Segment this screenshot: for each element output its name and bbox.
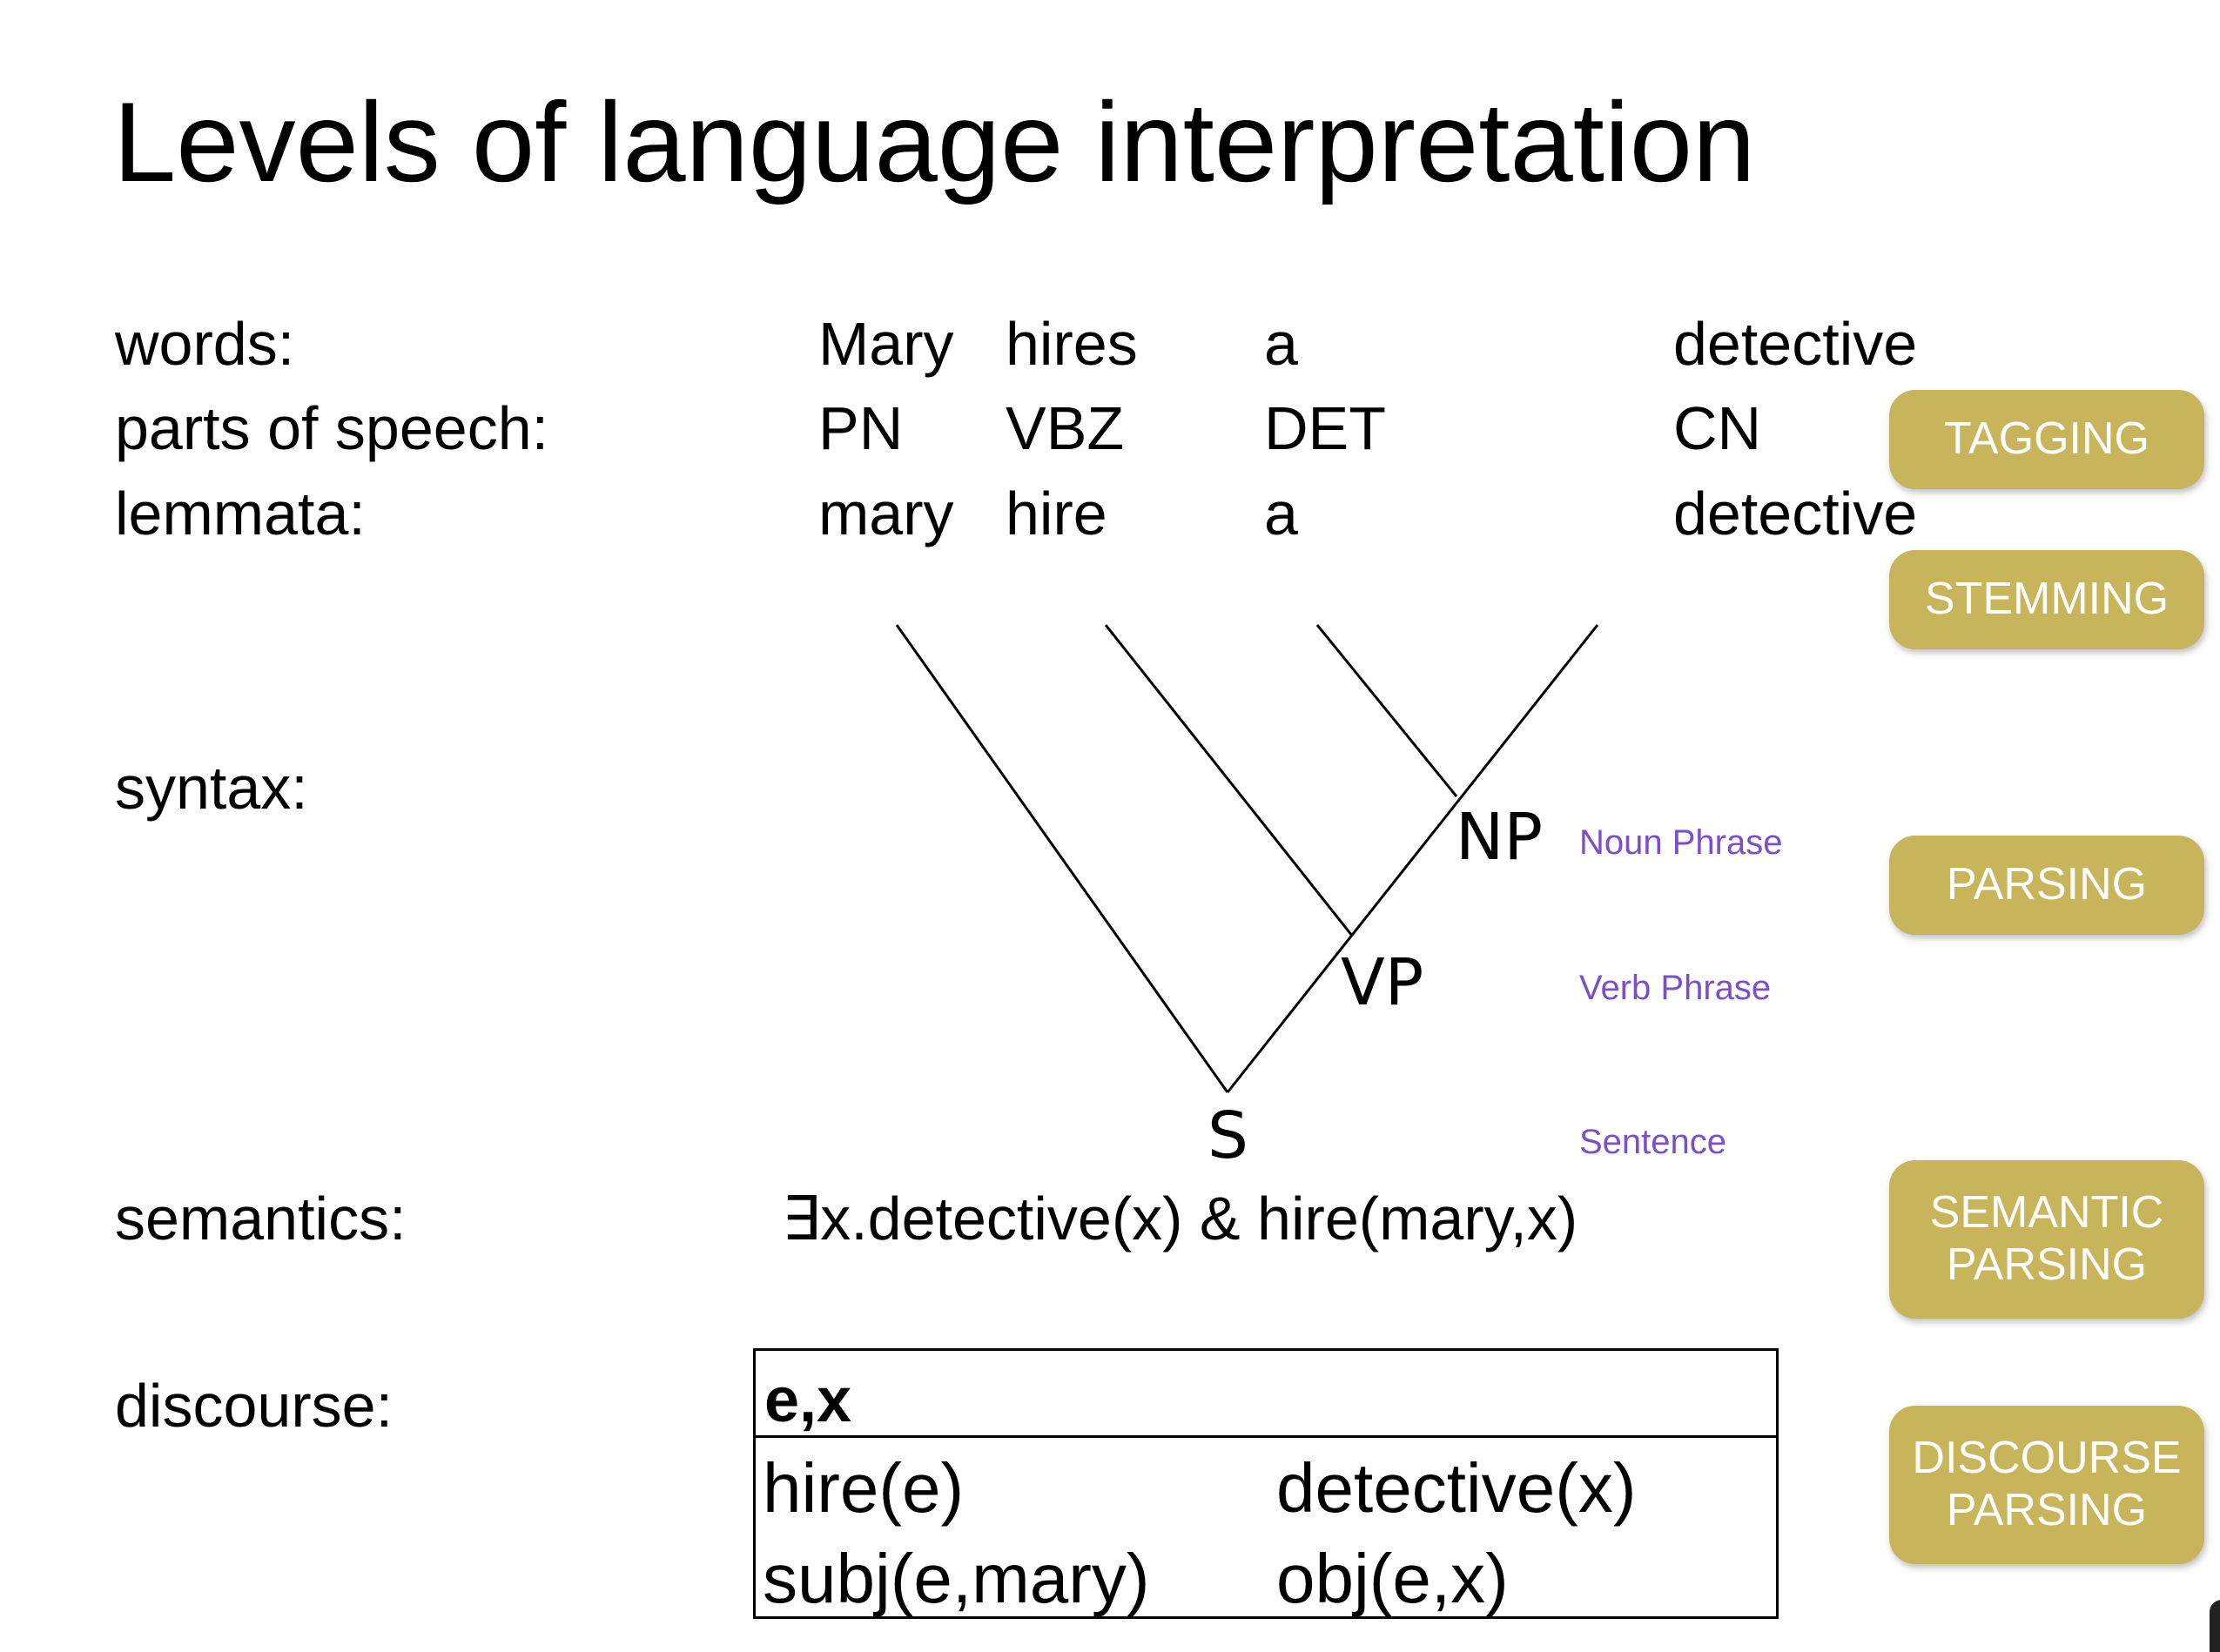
discourse-parsing-button[interactable]: DISCOURSE PARSING bbox=[1889, 1406, 2204, 1564]
semantic-parsing-button[interactable]: SEMANTIC PARSING bbox=[1889, 1160, 2204, 1319]
drs-condition: hire(e) bbox=[763, 1449, 965, 1527]
annotation-noun-phrase: Noun Phrase bbox=[1579, 823, 1783, 862]
annotation-sentence: Sentence bbox=[1579, 1123, 1727, 1161]
drs-referents: e,x bbox=[764, 1366, 852, 1435]
tree-node-vp: VP bbox=[1341, 945, 1424, 1020]
tree-node-s: S bbox=[1208, 1098, 1248, 1173]
drs-box: e,x hire(e) detective(x) subj(e,mary) ob… bbox=[753, 1348, 1779, 1619]
semantics-formula: ∃x.detective(x) & hire(mary,x) bbox=[782, 1185, 1578, 1252]
tree-edge bbox=[1104, 624, 1354, 937]
annotation-verb-phrase: Verb Phrase bbox=[1579, 969, 1772, 1007]
drs-condition: obj(e,x) bbox=[1276, 1540, 1509, 1617]
window-corner bbox=[2210, 1600, 2220, 1652]
drs-condition: subj(e,mary) bbox=[763, 1540, 1150, 1617]
stemming-button[interactable]: STEMMING bbox=[1889, 550, 2204, 649]
tree-edge bbox=[895, 624, 1229, 1093]
tree-node-np: NP bbox=[1456, 800, 1543, 875]
tagging-button[interactable]: TAGGING bbox=[1889, 390, 2204, 489]
drs-referents-row: e,x bbox=[756, 1351, 1776, 1438]
drs-condition: detective(x) bbox=[1276, 1449, 1637, 1527]
tree-edge bbox=[1315, 624, 1458, 797]
parsing-button[interactable]: PARSING bbox=[1889, 836, 2204, 935]
